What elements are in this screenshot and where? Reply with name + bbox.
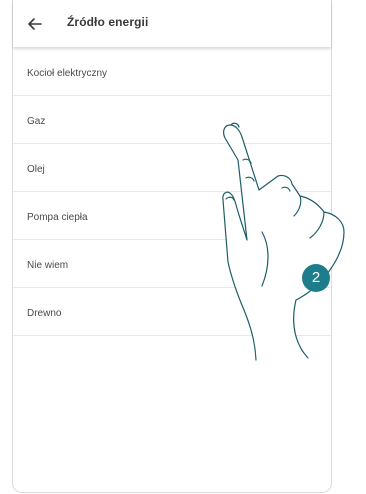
list-item-kociol-elektryczny[interactable]: Kocioł elektryczny bbox=[13, 48, 331, 96]
list-item-label: Pompa ciepła bbox=[27, 212, 88, 223]
list-item-pompa-ciepla[interactable]: Pompa ciepła bbox=[13, 192, 331, 240]
list-item-label: Nie wiem bbox=[27, 260, 69, 271]
phone-frame: Źródło energii Kocioł elektryczny Gaz Ol… bbox=[12, 0, 332, 493]
app-header: Źródło energii bbox=[13, 0, 331, 47]
arrow-left-icon bbox=[28, 18, 42, 30]
list-item-olej[interactable]: Olej bbox=[13, 144, 331, 192]
list-item-label: Gaz bbox=[27, 116, 46, 127]
list-item-label: Olej bbox=[27, 164, 45, 175]
screen: Źródło energii Kocioł elektryczny Gaz Ol… bbox=[0, 0, 366, 494]
list-item-gaz[interactable]: Gaz bbox=[13, 96, 331, 144]
list-item-label: Drewno bbox=[27, 308, 62, 319]
page-title: Źródło energii bbox=[67, 15, 149, 29]
list-item-drewno[interactable]: Drewno bbox=[13, 288, 331, 336]
energy-source-list: Kocioł elektryczny Gaz Olej Pompa ciepła… bbox=[13, 48, 331, 336]
back-button[interactable] bbox=[25, 14, 45, 34]
step-number-badge: 2 bbox=[302, 264, 330, 292]
list-item-nie-wiem[interactable]: Nie wiem bbox=[13, 240, 331, 288]
list-item-label: Kocioł elektryczny bbox=[27, 68, 108, 79]
